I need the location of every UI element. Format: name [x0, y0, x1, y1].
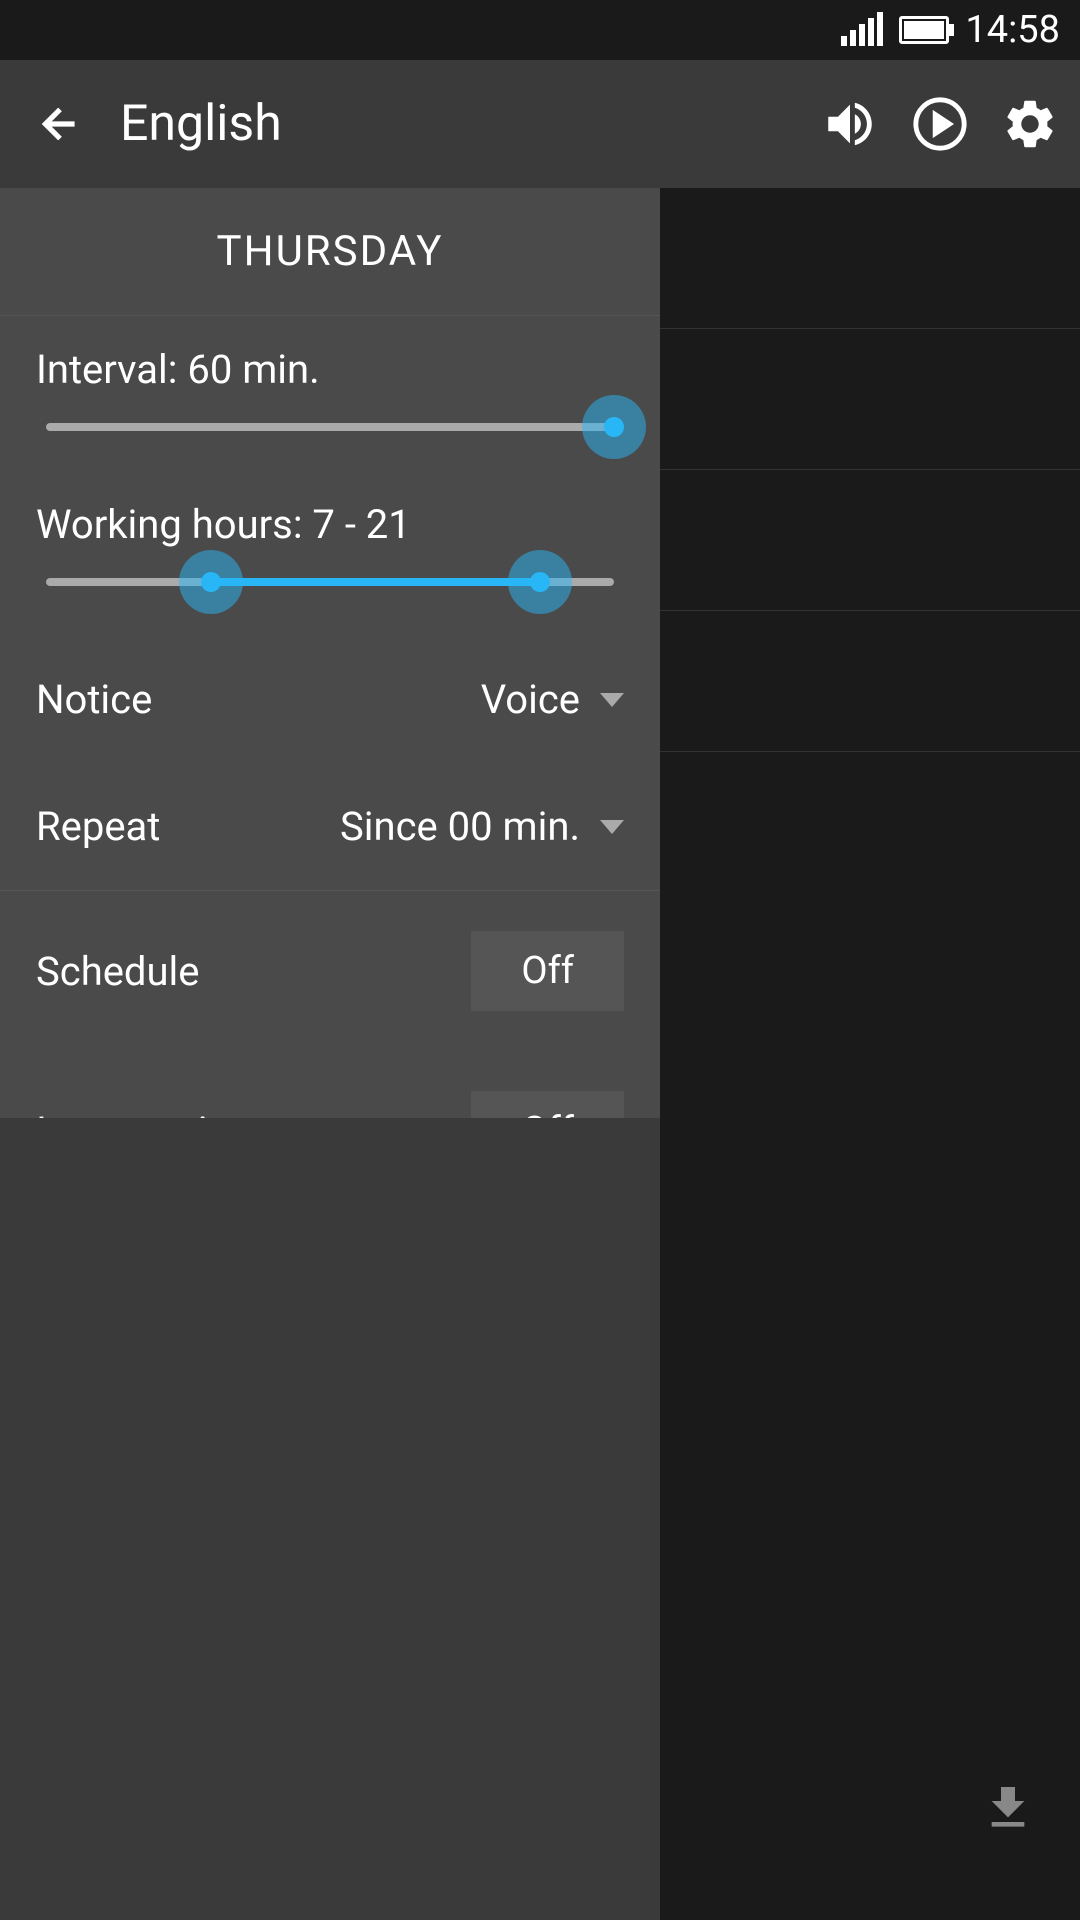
side-panel: [660, 188, 1080, 1920]
volume-icon[interactable]: [820, 94, 880, 154]
chevron-down-icon: [600, 693, 624, 707]
schedule-toggle[interactable]: Off: [471, 931, 624, 1011]
chevron-down-icon: [600, 820, 624, 834]
working-hours-row: Working hours: 7 - 21: [0, 461, 660, 616]
notice-value: Voice: [481, 676, 580, 723]
working-hours-start-thumb[interactable]: [179, 550, 243, 614]
app-title: English: [120, 95, 820, 153]
working-hours-slider[interactable]: [46, 578, 614, 586]
panel-title: THURSDAY: [217, 227, 444, 276]
back-button[interactable]: [20, 84, 100, 164]
divider: [660, 751, 1080, 752]
repeat-label: Repeat: [36, 803, 160, 850]
action-icons: [820, 94, 1060, 154]
settings-icon[interactable]: [1000, 94, 1060, 154]
divider: [660, 469, 1080, 470]
notice-row: Notice Voice: [0, 616, 660, 763]
play-circle-icon[interactable]: [910, 94, 970, 154]
schedule-label: Schedule: [36, 948, 199, 995]
empty-space: [0, 1118, 660, 1920]
repeat-row: Repeat Since 00 min.: [0, 763, 660, 890]
schedule-row: Schedule Off: [0, 891, 660, 1051]
working-hours-fill: [211, 578, 540, 586]
main-container: THURSDAY Interval: 60 min. Working hours…: [0, 188, 1080, 1920]
panel-header: THURSDAY: [0, 188, 660, 316]
signal-icon: [841, 14, 883, 46]
divider: [660, 328, 1080, 329]
status-time: 14:58: [965, 8, 1060, 52]
notice-label: Notice: [36, 676, 152, 723]
divider: [660, 610, 1080, 611]
repeat-value: Since 00 min.: [340, 803, 580, 850]
interval-row: Interval: 60 min.: [0, 316, 660, 461]
working-hours-end-thumb[interactable]: [508, 550, 572, 614]
repeat-dropdown[interactable]: Since 00 min.: [340, 803, 624, 850]
app-bar: English: [0, 60, 1080, 188]
download-button[interactable]: [980, 1780, 1040, 1840]
notice-dropdown[interactable]: Voice: [481, 676, 624, 723]
settings-panel: THURSDAY Interval: 60 min. Working hours…: [0, 188, 660, 1920]
interval-slider[interactable]: [46, 423, 614, 431]
status-bar: 14:58: [0, 0, 1080, 60]
battery-icon: [899, 16, 949, 44]
interval-slider-thumb[interactable]: [582, 395, 646, 459]
interval-label: Interval: 60 min.: [36, 346, 624, 393]
working-hours-label: Working hours: 7 - 21: [36, 501, 624, 548]
